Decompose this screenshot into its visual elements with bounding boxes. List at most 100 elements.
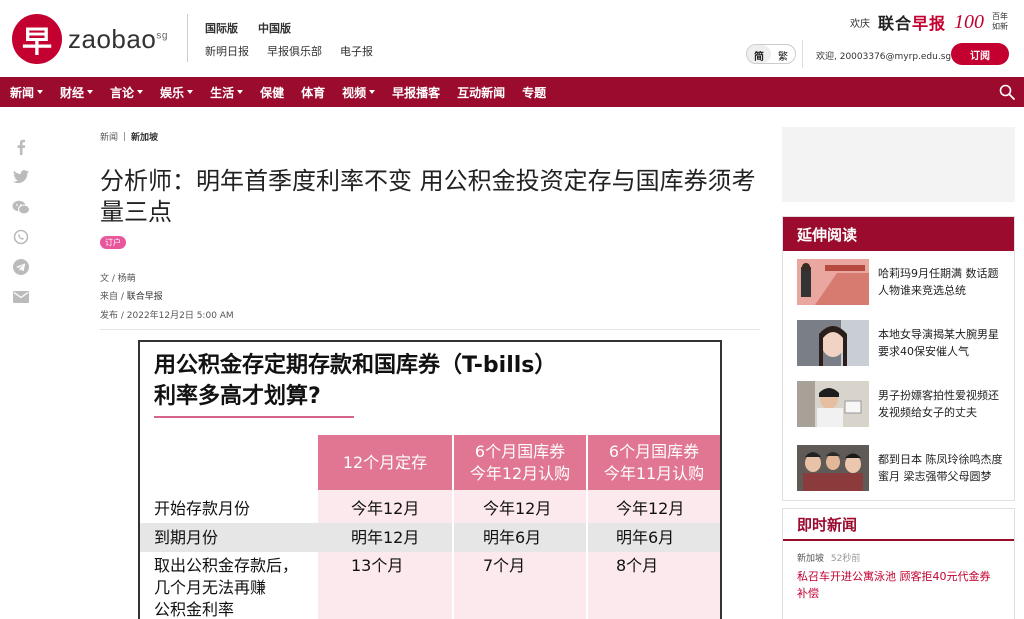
chevron-down-icon — [237, 90, 244, 94]
whatsapp-icon[interactable] — [12, 228, 30, 246]
title-underline — [154, 416, 354, 418]
list-item-title: 都到日本 陈凤玲徐鸣杰度蜜月 梁志强带父母圆梦 — [878, 453, 1003, 483]
welcome-text: 欢迎, 20003376@myrp.edu.sg — [816, 52, 952, 62]
ad-placeholder — [782, 127, 1015, 202]
table-cell: 明年6月 — [483, 528, 542, 547]
lang-traditional-button[interactable]: 繁 — [771, 45, 795, 63]
language-toggle: 简 繁 — [746, 44, 796, 64]
subscribe-button[interactable]: 订阅 — [951, 43, 1009, 65]
news-timestamp: 52秒前 — [830, 554, 861, 564]
user-menu[interactable]: 欢迎, 20003376@myrp.edu.sg — [816, 49, 963, 62]
twitter-icon[interactable] — [12, 168, 30, 186]
table-cell: 今年12月 — [616, 499, 685, 518]
list-item[interactable]: 本地女导演揭某大腕男星要求40保安催人气 — [783, 312, 1014, 373]
nav-item-special[interactable]: 专题 — [522, 84, 546, 101]
wechat-icon[interactable] — [12, 198, 30, 216]
nav-item-finance[interactable]: 财经 — [60, 84, 94, 101]
meta-divider — [100, 329, 760, 330]
epaper-link[interactable]: 电子报 — [340, 43, 373, 59]
nav-item-news[interactable]: 新闻 — [10, 84, 44, 101]
breadcrumb-news[interactable]: 新闻 — [100, 130, 118, 143]
hundred-mark: 100 — [954, 10, 984, 33]
share-bar — [12, 138, 30, 306]
column-header-fixed-deposit: 12个月定存 — [318, 435, 452, 490]
article-thumbnail — [797, 319, 869, 366]
article-source: 来自 / 联合早报 — [100, 292, 163, 302]
breadcrumb-singapore[interactable]: 新加坡 — [131, 130, 158, 143]
column-header-tbill-nov: 6个月国库券 今年11月认购 — [588, 435, 720, 490]
celebrate-word: 欢庆 — [849, 18, 870, 30]
article-thumbnail — [797, 380, 869, 427]
article-infographic: 用公积金存定期存款和国库券（T-bills） 利率多高才划算? 12个月定存 6… — [138, 340, 722, 619]
chevron-down-icon — [137, 90, 144, 94]
list-item-title: 哈莉玛9月任期满 数话题人物谁来竞选总统 — [878, 266, 999, 297]
news-headline-link[interactable]: 私召车开进公寓泳池 顾客拒40元代金券补偿 — [783, 564, 1014, 602]
nav-item-video[interactable]: 视频 — [342, 84, 376, 101]
nav-item-health[interactable]: 保健 — [260, 84, 284, 101]
facebook-icon[interactable] — [12, 138, 30, 156]
brand-name: 联合早报 — [877, 14, 946, 33]
row-label: 到期月份 — [154, 528, 219, 547]
header-sublinks: 新明日报 早报俱乐部 电子报 — [205, 43, 373, 59]
infographic-title: 用公积金存定期存款和国库券（T-bills） 利率多高才划算? — [154, 353, 557, 409]
nav-item-sports[interactable]: 体育 — [301, 84, 325, 101]
news-meta: 新加坡 52秒前 — [783, 541, 1014, 564]
table-cell: 今年12月 — [483, 499, 552, 518]
column-header-tbill-dec: 6个月国库券 今年12月认购 — [454, 435, 586, 490]
table-cell: 7个月 — [483, 556, 526, 575]
list-item[interactable]: 哈莉玛9月任期满 数话题人物谁来竞选总统 — [783, 251, 1014, 312]
nav-item-podcast[interactable]: 早报播客 — [392, 84, 440, 101]
zaobao-logo[interactable]: 早 zaobaosg — [12, 14, 168, 64]
table-cell: 明年12月 — [351, 528, 420, 547]
search-icon[interactable] — [998, 83, 1016, 101]
table-cell: 明年6月 — [616, 528, 675, 547]
extended-reading-title: 延伸阅读 — [783, 217, 1014, 251]
telegram-icon[interactable] — [12, 258, 30, 276]
shin-min-link[interactable]: 新明日报 — [205, 43, 249, 59]
breaking-news-panel: 即时新闻 新加坡 52秒前 私召车开进公寓泳池 顾客拒40元代金券补偿 — [782, 508, 1015, 619]
edition-switch: 国际版 中国版 — [205, 20, 291, 36]
subscriber-badge: 订户 — [100, 236, 126, 249]
nav-item-lifestyle[interactable]: 生活 — [210, 84, 244, 101]
article-published: 发布 / 2022年12月2日 5:00 AM — [100, 311, 234, 321]
edition-china-link[interactable]: 中国版 — [258, 20, 291, 36]
column-divider — [452, 435, 454, 619]
nav-item-interactive[interactable]: 互动新闻 — [457, 84, 505, 101]
nav-item-entertainment[interactable]: 娱乐 — [160, 84, 194, 101]
chevron-down-icon — [87, 90, 94, 94]
row-label: 取出公积金存款后， 几个月无法再赚 公积金利率 — [154, 556, 299, 619]
article-thumbnail — [797, 445, 869, 491]
breadcrumb: 新闻 新加坡 — [100, 130, 158, 143]
list-item[interactable]: 男子扮嫖客拍性爱视频还发视频给女子的丈夫 — [783, 373, 1014, 434]
news-category-link[interactable]: 新加坡 — [797, 554, 824, 564]
list-item[interactable]: 都到日本 陈凤玲徐鸣杰度蜜月 梁志强带父母圆梦 — [783, 434, 1014, 502]
email-icon[interactable] — [12, 288, 30, 306]
main-nav: 新闻 财经 言论 娱乐 生活 保健 体育 视频 早报播客 互动新闻 专题 — [0, 77, 1024, 107]
chevron-down-icon — [37, 90, 44, 94]
nav-item-opinion[interactable]: 言论 — [110, 84, 144, 101]
list-item-title: 本地女导演揭某大腕男星要求40保安催人气 — [878, 327, 999, 358]
author-link[interactable]: 杨萌 — [118, 274, 136, 284]
lang-simplified-button[interactable]: 简 — [747, 45, 771, 63]
table-cell: 13个月 — [351, 556, 404, 575]
chevron-down-icon — [187, 90, 194, 94]
article-author: 文 / 杨萌 — [100, 274, 136, 284]
table-cell: 8个月 — [616, 556, 659, 575]
table-cell: 今年12月 — [351, 499, 420, 518]
article-thumbnail — [797, 258, 869, 305]
header-divider — [187, 14, 188, 62]
chevron-down-icon — [369, 90, 376, 94]
zaobao-club-link[interactable]: 早报俱乐部 — [267, 43, 322, 59]
edition-international-link[interactable]: 国际版 — [205, 20, 238, 36]
breadcrumb-separator — [124, 132, 126, 141]
breaking-news-title: 即时新闻 — [783, 509, 1014, 541]
logo-wordmark: zaobaosg — [68, 23, 168, 54]
extended-reading-panel: 延伸阅读 哈莉玛9月任期满 数话题人物谁来竞选总统 本地女导演揭某大腕男星要求4… — [782, 216, 1015, 501]
article-title: 分析师：明年首季度利率不变 用公积金投资定存与国库券须考量三点 — [100, 167, 756, 226]
list-item-title: 男子扮嫖客拍性爱视频还发视频给女子的丈夫 — [878, 388, 999, 419]
centenary-banner[interactable]: 欢庆 联合早报 100 百年 如新 — [850, 10, 1008, 34]
header-divider-2 — [802, 40, 803, 68]
row-label: 开始存款月份 — [154, 499, 251, 518]
column-divider — [586, 435, 588, 619]
logo-mark: 早 — [12, 14, 62, 64]
